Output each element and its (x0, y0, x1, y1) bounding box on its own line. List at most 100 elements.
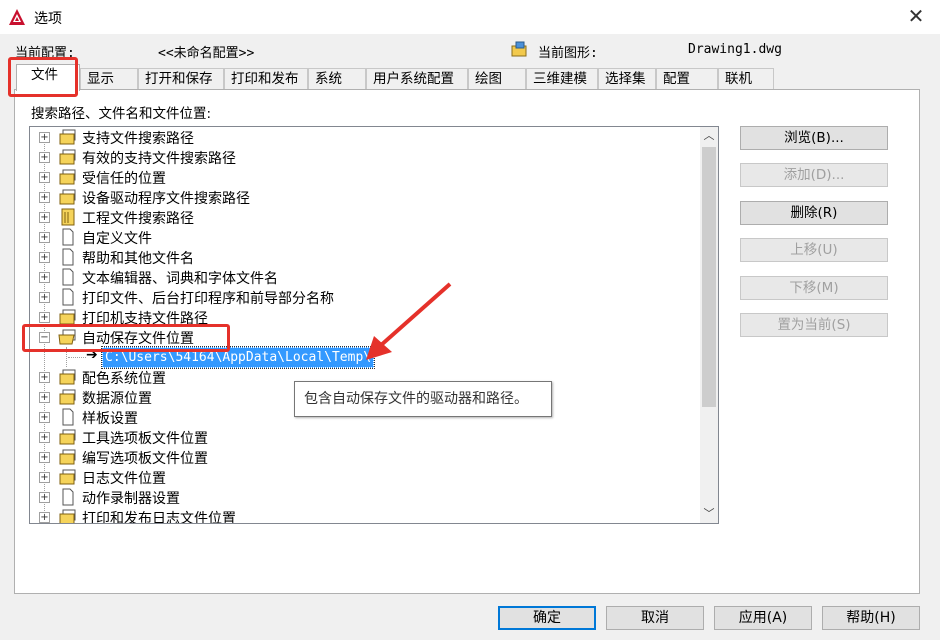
tab-drafting[interactable]: 绘图 (468, 68, 526, 90)
cancel-button[interactable]: 取消 (606, 606, 704, 630)
ok-button[interactable]: 确定 (498, 606, 596, 630)
tree-item[interactable]: + 动作录制器设置 (30, 487, 702, 507)
annotation-highlight-files-tab (8, 57, 78, 97)
add-button[interactable]: 添加(D)... (740, 163, 888, 187)
tree-item[interactable]: + 设备驱动程序文件搜索路径 (30, 187, 702, 207)
expand-icon[interactable]: + (39, 312, 50, 323)
expand-icon[interactable]: + (39, 172, 50, 183)
folder-stack-icon (59, 369, 76, 385)
tooltip: 包含自动保存文件的驱动器和路径。 (294, 381, 552, 417)
drawing-icon (511, 41, 527, 57)
tab-online[interactable]: 联机 (718, 68, 774, 90)
folder-stack-icon (59, 389, 76, 405)
folder-stack-icon (59, 449, 76, 465)
scroll-up-icon[interactable]: ︿ (700, 127, 718, 145)
current-drawing-value: Drawing1.dwg (688, 42, 782, 57)
tree-scrollbar[interactable]: ︿ ﹀ (700, 127, 718, 523)
current-drawing-label: 当前图形: (538, 46, 598, 61)
tree-item[interactable]: + 日志文件位置 (30, 467, 702, 487)
expand-icon[interactable]: + (39, 392, 50, 403)
folder-stack-icon (59, 149, 76, 165)
move-up-button[interactable]: 上移(U) (740, 238, 888, 262)
file-icon (62, 488, 74, 506)
expand-icon[interactable]: + (39, 272, 50, 283)
expand-icon[interactable]: + (39, 232, 50, 243)
tree-item-label: 动作录制器设置 (82, 491, 180, 507)
expand-icon[interactable]: + (39, 512, 50, 523)
annotation-highlight-autosave-item (22, 324, 230, 352)
folder-stack-icon (59, 169, 76, 185)
tree-item-label: 打印文件、后台打印程序和前导部分名称 (82, 291, 334, 307)
expand-icon[interactable]: + (39, 192, 50, 203)
autocad-logo-icon (9, 9, 25, 25)
file-icon (62, 268, 74, 286)
expand-icon[interactable]: + (39, 212, 50, 223)
tree-item[interactable]: + 自定义文件 (30, 227, 702, 247)
tree-item[interactable]: + 打印和发布日志文件位置 (30, 507, 702, 524)
tab-open-save[interactable]: 打开和保存 (138, 68, 224, 90)
folder-stack-icon (59, 469, 76, 485)
tree-item-label: 工程文件搜索路径 (82, 211, 194, 227)
tree-item[interactable]: + 工具选项板文件位置 (30, 427, 702, 447)
tree-item[interactable]: + 有效的支持文件搜索路径 (30, 147, 702, 167)
browse-button[interactable]: 浏览(B)... (740, 126, 888, 150)
file-icon (62, 248, 74, 266)
folder-stack-icon (59, 429, 76, 445)
folder-stack-icon (59, 129, 76, 145)
tree-item-label: 设备驱动程序文件搜索路径 (82, 191, 250, 207)
file-icon (62, 408, 74, 426)
current-profile-value: <<未命名配置>> (158, 46, 255, 61)
tree-item[interactable]: + 支持文件搜索路径 (30, 127, 702, 147)
apply-button[interactable]: 应用(A) (714, 606, 812, 630)
tree-item[interactable]: + 工程文件搜索路径 (30, 207, 702, 227)
tree-item-label: 文本编辑器、词典和字体文件名 (82, 271, 278, 287)
title-bar: 选项 ✕ (0, 0, 940, 34)
project-icon (61, 208, 75, 226)
tab-profiles[interactable]: 配置 (656, 68, 718, 90)
tree-item[interactable]: + 编写选项板文件位置 (30, 447, 702, 467)
tab-plot-publish[interactable]: 打印和发布 (224, 68, 308, 90)
help-button[interactable]: 帮助(H) (822, 606, 920, 630)
tab-system[interactable]: 系统 (308, 68, 366, 90)
expand-icon[interactable]: + (39, 472, 50, 483)
expand-icon[interactable]: + (39, 492, 50, 503)
tree-item[interactable]: + 帮助和其他文件名 (30, 247, 702, 267)
tree-item-label: 工具选项板文件位置 (82, 431, 208, 447)
expand-icon[interactable]: + (39, 292, 50, 303)
tree-item[interactable]: + 受信任的位置 (30, 167, 702, 187)
section-label: 搜索路径、文件名和文件位置: (31, 106, 212, 122)
folder-stack-icon (59, 189, 76, 205)
scroll-down-icon[interactable]: ﹀ (700, 505, 718, 523)
tree-item-label: 配色系统位置 (82, 371, 166, 387)
remove-button[interactable]: 删除(R) (740, 201, 888, 225)
set-current-button[interactable]: 置为当前(S) (740, 313, 888, 337)
close-icon[interactable]: ✕ (906, 6, 926, 26)
window-title: 选项 (34, 11, 62, 27)
expand-icon[interactable]: + (39, 132, 50, 143)
tab-selection[interactable]: 选择集 (598, 68, 656, 90)
move-down-button[interactable]: 下移(M) (740, 276, 888, 300)
expand-icon[interactable]: + (39, 152, 50, 163)
tree-item-label: 自定义文件 (82, 231, 152, 247)
tree-item-label: 帮助和其他文件名 (82, 251, 194, 267)
tree-item-label: 打印和发布日志文件位置 (82, 511, 236, 524)
expand-icon[interactable]: + (39, 252, 50, 263)
tree-item-label: 受信任的位置 (82, 171, 166, 187)
tree-item-label: 支持文件搜索路径 (82, 131, 194, 147)
expand-icon[interactable]: + (39, 452, 50, 463)
file-icon (62, 288, 74, 306)
scrollbar-thumb[interactable] (702, 147, 716, 407)
tree-item-label: 日志文件位置 (82, 471, 166, 487)
tab-3d-modeling[interactable]: 三维建模 (526, 68, 598, 90)
tree-item-label: 编写选项板文件位置 (82, 451, 208, 467)
expand-icon[interactable]: + (39, 372, 50, 383)
tree-item-label: 有效的支持文件搜索路径 (82, 151, 236, 167)
tree-item-label: 数据源位置 (82, 391, 152, 407)
expand-icon[interactable]: + (39, 432, 50, 443)
tab-display[interactable]: 显示 (80, 68, 138, 90)
tab-user-preferences[interactable]: 用户系统配置 (366, 68, 468, 90)
file-icon (62, 228, 74, 246)
tree-item-label: 样板设置 (82, 411, 138, 427)
annotation-arrow-icon (366, 282, 452, 360)
expand-icon[interactable]: + (39, 412, 50, 423)
